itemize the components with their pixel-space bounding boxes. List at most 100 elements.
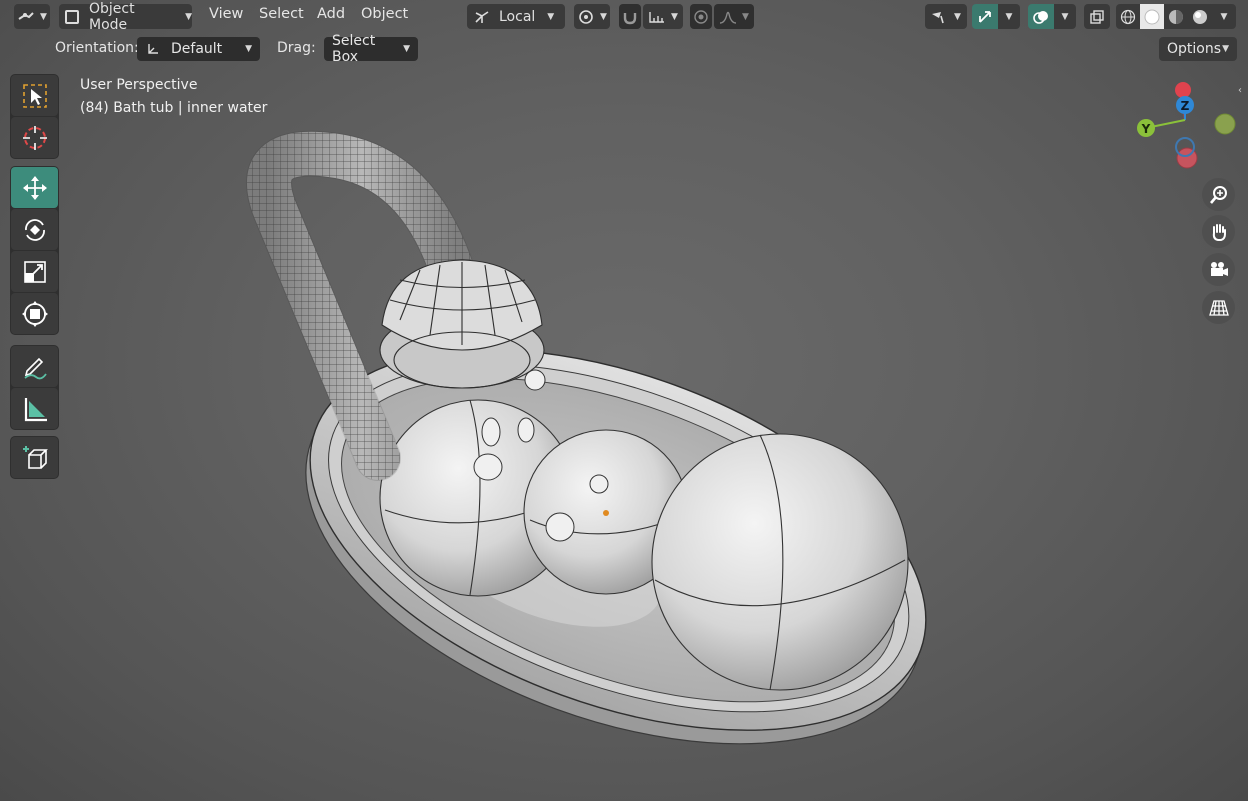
transform-tool[interactable] [11,293,58,334]
select-box-icon [22,83,47,108]
menu-add[interactable]: Add [317,6,345,22]
select-box-tool[interactable] [11,75,58,116]
editor-type-button[interactable]: ▼ [14,4,50,29]
measure-ruler-icon [24,397,47,421]
solid-sphere-icon [1144,9,1160,24]
rotate-tool[interactable] [11,209,58,250]
visibility-dropdown[interactable]: ▼ [925,4,967,29]
scale-tool[interactable] [11,251,58,292]
shading-dropdown[interactable]: ▼ [1212,4,1236,29]
chevron-down-icon: ▼ [600,11,607,22]
editor-type-icon [18,11,34,20]
gizmo-x-icon[interactable] [1175,82,1191,98]
chevron-down-icon: ▼ [1061,11,1069,22]
chevron-down-icon: ▼ [954,11,961,22]
overlays-toggle[interactable] [1028,4,1054,29]
chevron-down-icon: ▼ [547,11,555,22]
cursor-icon [22,125,47,150]
gizmo-dropdown[interactable]: ▼ [998,4,1020,29]
magnet-icon [623,12,637,24]
proportional-edit-toggle[interactable] [690,4,712,29]
toolbar-annotate-group [10,345,59,430]
chevron-down-icon: ▼ [403,44,410,54]
chevron-down-icon: ▼ [245,44,252,54]
zoom-magnifier-icon [1209,185,1227,204]
gizmo-negative-y-icon[interactable] [1214,113,1236,135]
camera-view-button[interactable] [1202,253,1235,286]
gizmo-toggle[interactable] [972,4,998,29]
drag-value: Select Box [332,33,376,65]
orientation-icon [475,10,489,23]
move-icon [22,175,47,200]
menu-select[interactable]: Select [259,6,304,22]
drag-label: Drag: [277,40,316,56]
orientation-label: Local [499,8,536,25]
navigation-gizmo[interactable]: Z Y [1132,80,1242,180]
hand-icon [1212,223,1226,241]
pivot-icon [579,9,593,24]
transform-icon [21,300,48,327]
pivot-point-dropdown[interactable]: ▼ [574,4,610,29]
annotate-tool[interactable] [11,346,58,387]
options-dropdown[interactable]: Options ▼ [1159,37,1237,61]
mode-dropdown[interactable]: Object Mode ▼ [59,1,192,33]
scale-icon [23,260,46,283]
falloff-curve-icon [719,11,737,24]
chevron-down-icon: ▼ [185,11,192,22]
toolbar-select-group [10,74,59,159]
camera-icon [1210,261,1228,276]
grid-perspective-icon [1208,299,1229,316]
material-sphere-icon [1169,9,1183,24]
perspective-toggle-button[interactable] [1202,291,1235,324]
chevron-down-icon: ▼ [1005,11,1013,22]
viewport-header: ▼ Object Mode ▼ View Select Add Object L… [0,0,1248,33]
rotate-icon [24,218,45,241]
solid-shading-button[interactable] [1140,4,1164,29]
measure-tool[interactable] [11,388,58,429]
transform-orientation-dropdown[interactable]: Local ▼ [467,4,565,29]
bathtub-model [246,130,927,745]
gizmo-icon [979,10,991,23]
gizmo-y-label: Y [1141,122,1151,136]
material-shading-button[interactable] [1164,4,1188,29]
menu-object[interactable]: Object [361,6,408,22]
snap-increment-icon [649,11,665,23]
object-mode-icon [65,9,79,24]
orientation-dropdown[interactable]: Default ▼ [137,37,260,61]
add-cube-tool[interactable] [11,437,58,478]
chevron-down-icon: ▼ [1222,44,1229,54]
add-cube-icon [22,445,48,469]
snap-toggle[interactable] [619,4,641,29]
overlays-dropdown[interactable]: ▼ [1054,4,1076,29]
chevron-down-icon: ▼ [40,11,47,22]
move-tool[interactable] [11,167,58,208]
snap-target-dropdown[interactable]: ▼ [643,4,683,29]
rendered-shading-button[interactable] [1188,4,1212,29]
selectability-icon [932,11,944,23]
wireframe-sphere-icon [1120,9,1136,24]
object-info: (84) Bath tub | inner water [80,100,268,116]
gizmo-z-label: Z [1181,99,1190,113]
proportional-edit-icon [694,9,708,24]
toolbar-add-group [10,436,59,479]
3d-viewport[interactable]: ▼ Object Mode ▼ View Select Add Object L… [0,0,1248,801]
chevron-down-icon: ▼ [671,11,678,22]
orientation-axes-icon [148,44,158,54]
mode-label: Object Mode [88,0,135,33]
options-label: Options [1167,41,1222,57]
cursor-tool[interactable] [11,117,58,158]
orientation-label: Orientation: [55,40,139,56]
xray-toggle[interactable] [1084,4,1110,29]
orientation-value: Default [171,41,223,57]
rendered-sphere-icon [1193,9,1207,24]
xray-icon [1090,9,1104,24]
chevron-down-icon: ▼ [742,11,749,22]
view-name: User Perspective [80,77,198,93]
pan-button[interactable] [1202,215,1235,248]
menu-view[interactable]: View [209,6,243,22]
falloff-dropdown[interactable]: ▼ [714,4,754,29]
annotate-pencil-icon [23,357,47,379]
drag-dropdown[interactable]: Select Box ▼ [324,33,418,65]
zoom-button[interactable] [1202,178,1235,211]
wireframe-shading-button[interactable] [1116,4,1140,29]
